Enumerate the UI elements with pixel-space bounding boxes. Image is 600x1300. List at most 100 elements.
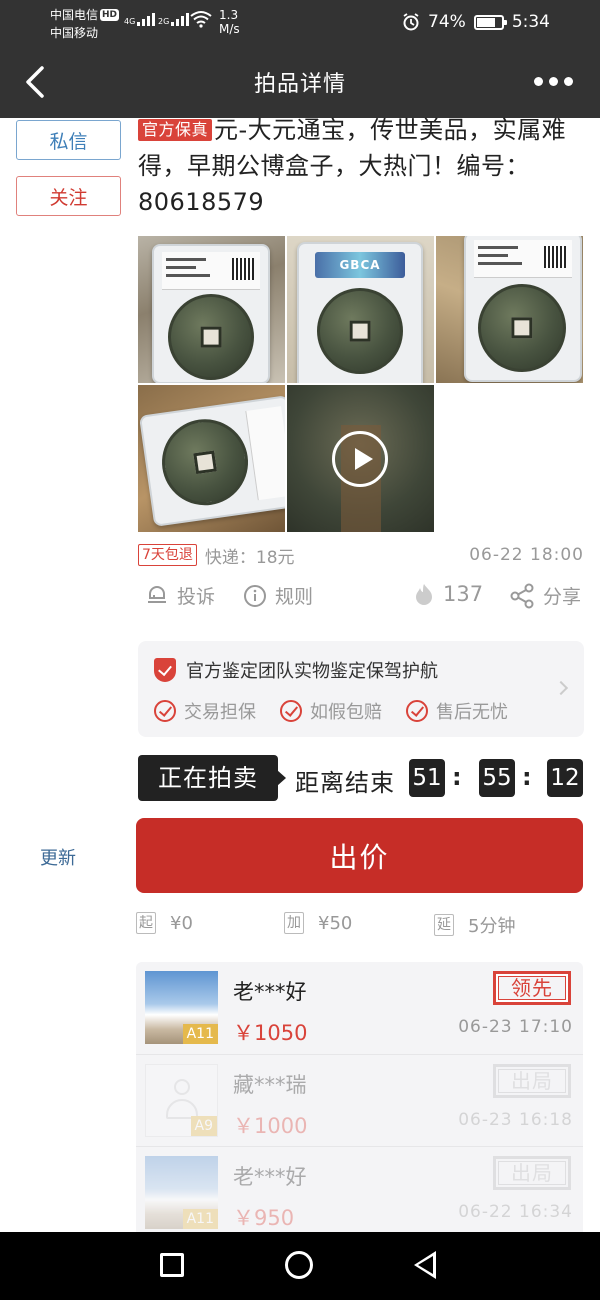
chevron-right-icon (553, 680, 569, 696)
auction-status-row: 正在拍卖 距离结束 51 : 55 : 12 (138, 755, 584, 801)
item-photo-4[interactable] (138, 385, 285, 532)
system-back-icon[interactable] (414, 1251, 436, 1279)
bid-row[interactable]: A11 老***好 ￥1050 06-23 17:10 领先 (136, 962, 583, 1054)
bid-price: ￥1000 (233, 1114, 308, 1138)
slab-label (474, 240, 572, 278)
guarantee-item: 售后无忧 (406, 698, 508, 724)
bidder-name: 藏***瑞 (233, 1073, 307, 1097)
bid-history-list: A11 老***好 ￥1050 06-23 17:10 领先 A9 藏***瑞 … (136, 962, 583, 1237)
more-options-icon[interactable] (534, 72, 576, 90)
outbid-stamp: 出局 (493, 1156, 571, 1190)
guarantee-card[interactable]: 官方鉴定团队实物鉴定保驾护航 交易担保 如假包赔 售后无忧 (138, 641, 584, 737)
network-2g-label: 2G (158, 17, 170, 26)
flame-icon (416, 584, 432, 605)
signal-bars-icon (171, 12, 190, 26)
item-photo-1[interactable] (138, 236, 285, 383)
play-icon[interactable] (332, 431, 388, 487)
item-title: 官方保真 元-大元通宝，传世美品，实属难得，早期公博盒子，大热门！编号：80618… (138, 112, 578, 220)
leading-stamp: 领先 (493, 971, 571, 1005)
system-navigation-bar (0, 1232, 600, 1300)
carrier-1: 中国电信 (50, 8, 99, 22)
rules-button[interactable]: 规则 (243, 582, 313, 609)
coin-image (317, 288, 403, 374)
share-icon (510, 583, 534, 608)
start-tag: 起 (136, 912, 156, 934)
listed-time: 06-22 18:00 (469, 545, 584, 565)
bid-time: 06-23 16:18 (458, 1110, 573, 1130)
complain-label: 投诉 (177, 586, 216, 608)
starting-price: 起 ¥0 (136, 912, 193, 934)
hd-badge: HD (100, 9, 120, 21)
coin-slab: GBCA (297, 242, 423, 383)
bid-price: ￥1050 (233, 1021, 308, 1045)
coin-slab (152, 244, 270, 383)
outbid-stamp: 出局 (493, 1064, 571, 1098)
bid-row[interactable]: A9 藏***瑞 ￥1000 06-23 16:18 出局 (136, 1054, 583, 1146)
follow-button[interactable]: 关注 (16, 176, 121, 216)
guarantee-item: 如假包赔 (280, 698, 382, 724)
shipping-row: 7天包退 快递：18元 06-22 18:00 (138, 542, 584, 568)
rules-label: 规则 (275, 586, 314, 608)
alarm-icon (403, 13, 419, 31)
check-circle-icon (154, 700, 176, 722)
slab-label (245, 406, 285, 501)
share-button[interactable]: 分享 (509, 582, 581, 609)
auction-status-badge: 正在拍卖 (138, 755, 286, 801)
hot-count: 137 (443, 582, 484, 606)
item-photo-2[interactable]: GBCA (287, 236, 434, 383)
guarantee-item: 交易担保 (154, 698, 256, 724)
info-icon (244, 584, 266, 607)
avatar: A11 (145, 971, 218, 1044)
coin-image (168, 294, 254, 380)
popularity-count: 137 (413, 582, 483, 606)
battery-icon (473, 14, 507, 30)
shipping-fee: 快递：18元 (204, 547, 295, 568)
carrier-info: 中国电信 HD 中国移动 (50, 6, 120, 42)
check-circle-icon (406, 700, 428, 722)
coin-image (478, 284, 566, 372)
network-4g-label: 4G (124, 17, 136, 26)
signal-2g: 2G (158, 12, 190, 26)
top-bar: 中国电信 HD 中国移动 4G 2G 1.3 M/s 74% 5:34 拍品详情 (0, 0, 600, 118)
bidder-name: 老***好 (233, 980, 307, 1004)
countdown-minutes: 55 (479, 759, 515, 797)
coin-slab (464, 236, 582, 382)
place-bid-button[interactable]: 出价 (136, 818, 583, 893)
guarantee-title: 官方鉴定团队实物鉴定保驾护航 (154, 657, 438, 683)
time-extension: 延 5分钟 (434, 912, 515, 938)
battery-percent: 74% (428, 12, 466, 32)
complain-button[interactable]: 投诉 (145, 582, 215, 609)
item-photo-3[interactable] (436, 236, 583, 383)
bid-price: ￥950 (233, 1206, 295, 1230)
bid-row[interactable]: A11 老***好 ￥950 06-22 16:34 出局 (136, 1146, 583, 1237)
shield-icon (154, 658, 176, 682)
recent-apps-icon[interactable] (160, 1253, 184, 1277)
bid-increment: 加 ¥50 (284, 912, 352, 934)
message-button[interactable]: 私信 (16, 120, 121, 160)
action-row: 投诉 规则 137 分享 (145, 582, 585, 612)
item-video[interactable] (287, 385, 434, 532)
countdown-separator: : (522, 763, 532, 791)
countdown-separator: : (452, 763, 462, 791)
coin-slab (138, 395, 285, 527)
refresh-button[interactable]: 更新 (40, 844, 76, 870)
check-circle-icon (280, 700, 302, 722)
level-badge: A9 (190, 1116, 217, 1136)
auction-detail-screen: 中国电信 HD 中国移动 4G 2G 1.3 M/s 74% 5:34 拍品详情… (0, 0, 600, 1300)
gbca-label: GBCA (315, 252, 405, 278)
wifi-icon (190, 11, 212, 28)
network-speed: 1.3 M/s (219, 8, 240, 36)
signal-bars-icon (137, 12, 156, 26)
free-return-badge: 7天包退 (138, 544, 197, 566)
bid-time: 06-22 16:34 (458, 1202, 573, 1222)
level-badge: A11 (182, 1024, 218, 1044)
avatar: A11 (145, 1156, 218, 1229)
carrier-2: 中国移动 (50, 26, 99, 40)
coin-image (156, 413, 254, 511)
home-icon[interactable] (285, 1251, 313, 1279)
clock: 5:34 (511, 12, 550, 32)
level-badge: A11 (182, 1209, 218, 1229)
page-title: 拍品详情 (253, 72, 346, 97)
increment-value: ¥50 (318, 912, 353, 934)
complain-icon (148, 585, 166, 603)
